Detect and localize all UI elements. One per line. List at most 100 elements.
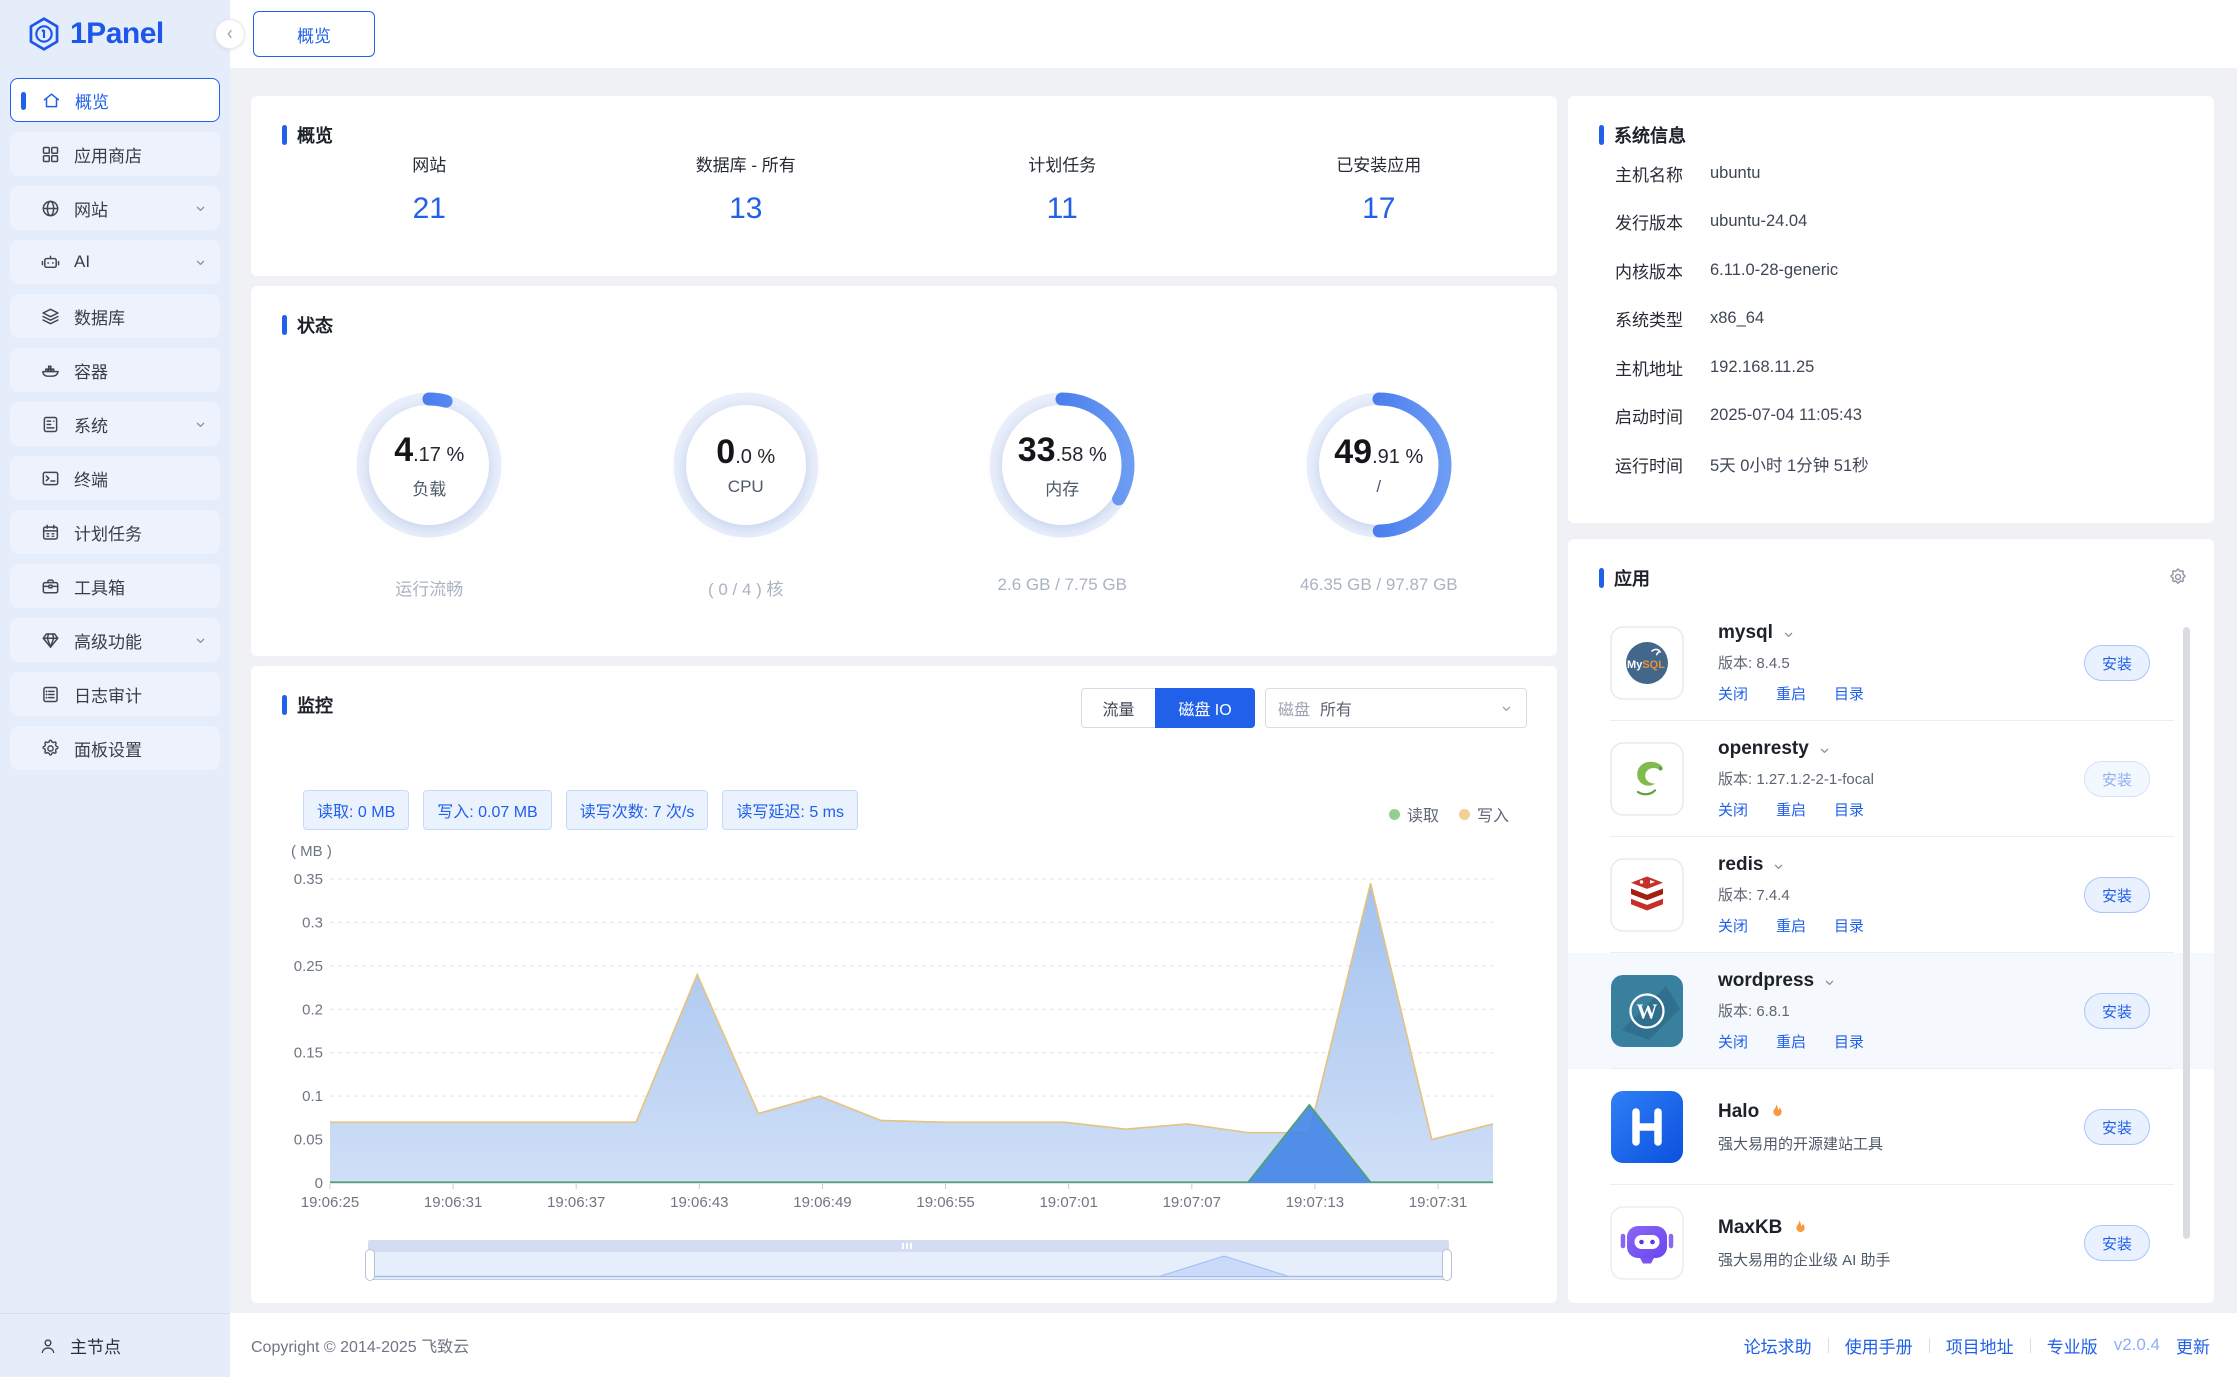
app-name[interactable]: wordpress: [1718, 970, 1814, 992]
app-action-link[interactable]: 重启: [1776, 1031, 1806, 1052]
footer-link[interactable]: 专业版: [2047, 1333, 2098, 1358]
sidebar-menu: 概览应用商店网站 AI 数据库容器系统终端计划任务工具箱高级功能日志审计面板设置: [0, 68, 230, 770]
datazoom-handle-left[interactable]: [365, 1249, 375, 1281]
app-action-link[interactable]: 关闭: [1718, 1031, 1748, 1052]
app-name[interactable]: openresty: [1718, 738, 1809, 760]
apps-settings-gear-icon[interactable]: [2168, 567, 2188, 587]
sidebar-item-toolbox[interactable]: 工具箱: [10, 564, 220, 608]
app-action-link[interactable]: 关闭: [1718, 683, 1748, 704]
monitor-tag: 写入: 0.07 MB: [423, 790, 551, 830]
install-button[interactable]: 安装: [2084, 761, 2150, 797]
chart-datazoom-slider[interactable]: [368, 1240, 1449, 1280]
monitor-tag: 读写次数: 7 次/s: [566, 790, 709, 830]
chevron-down-icon: [1817, 742, 1832, 757]
app-action-link[interactable]: 重启: [1776, 915, 1806, 936]
system-info-value: ubuntu-24.04: [1710, 212, 1807, 231]
sidebar: 1Panel 概览应用商店网站AI数据库容器系统终端计划任务工具箱高级功能日志审…: [0, 0, 230, 1377]
app-action-link[interactable]: 重启: [1776, 683, 1806, 704]
app-action-link[interactable]: 关闭: [1718, 915, 1748, 936]
sidebar-collapse-button[interactable]: [215, 19, 245, 49]
legend-item[interactable]: 写入: [1459, 802, 1509, 826]
app-icon-redis: [1610, 858, 1684, 932]
sidebar-item-globe[interactable]: 网站: [10, 186, 220, 230]
install-button[interactable]: 安装: [2084, 645, 2150, 681]
sidebar-item-terminal[interactable]: 终端: [10, 456, 220, 500]
overview-card: 概览 网站21数据库 - 所有13计划任务11已安装应用17: [251, 96, 1557, 276]
app-icon-maxkb: [1610, 1206, 1684, 1280]
app-action-link[interactable]: 目录: [1834, 683, 1864, 704]
system-info-label: 内核版本: [1615, 258, 1710, 283]
gauge-text: 33.58 %内存: [980, 383, 1144, 547]
app-name[interactable]: Halo: [1718, 1101, 1759, 1123]
footer-link[interactable]: 使用手册: [1845, 1333, 1913, 1358]
gauge-text: 0.0 %CPU: [664, 383, 828, 547]
system-info-label: 系统类型: [1615, 306, 1710, 331]
footer-update-link[interactable]: 更新: [2176, 1333, 2210, 1358]
stat-value[interactable]: 13: [588, 192, 905, 226]
status-title: 状态: [297, 312, 333, 338]
app-icon-halo: [1610, 1090, 1684, 1164]
toggle-traffic[interactable]: 流量: [1081, 688, 1155, 728]
sidebar-item-robot[interactable]: AI: [10, 240, 220, 284]
app-row-halo: Halo强大易用的开源建站工具安装: [1568, 1069, 2214, 1185]
svg-text:0.25: 0.25: [294, 958, 323, 975]
install-button[interactable]: 安装: [2084, 877, 2150, 913]
system-info-row: 系统类型x86_64: [1615, 295, 2184, 344]
system-info-title: 系统信息: [1614, 122, 1686, 148]
stat-value[interactable]: 17: [1221, 192, 1538, 226]
datazoom-scrollbar[interactable]: [368, 1240, 1449, 1252]
home-icon: [41, 90, 62, 111]
app-action-link[interactable]: 关闭: [1718, 799, 1748, 820]
app-name-row: wordpress: [1718, 970, 1864, 992]
stat-value[interactable]: 21: [271, 192, 588, 226]
footer-divider: [1929, 1338, 1930, 1353]
footer-link[interactable]: 论坛求助: [1744, 1333, 1812, 1358]
app-action-link[interactable]: 目录: [1834, 915, 1864, 936]
app-name[interactable]: redis: [1718, 854, 1763, 876]
app-action-link[interactable]: 目录: [1834, 1031, 1864, 1052]
sidebar-item-label: 日志审计: [74, 682, 142, 707]
monitor-tag: 读写延迟: 5 ms: [722, 790, 858, 830]
section-bar: [282, 695, 287, 715]
overview-title: 概览: [297, 122, 333, 148]
toggle-disk-io[interactable]: 磁盘 IO: [1155, 688, 1255, 728]
sidebar-item-log[interactable]: 日志审计: [10, 672, 220, 716]
install-button[interactable]: 安装: [2084, 993, 2150, 1029]
app-action-link[interactable]: 目录: [1834, 799, 1864, 820]
stat-label: 数据库 - 所有: [588, 151, 905, 176]
datazoom-handle-right[interactable]: [1442, 1249, 1452, 1281]
app-version: 版本: 8.4.5: [1718, 652, 1864, 673]
sidebar-item-diamond[interactable]: 高级功能: [10, 618, 220, 662]
disk-select[interactable]: 磁盘 所有: [1265, 688, 1527, 728]
app-info: redis版本: 7.4.4关闭重启目录: [1718, 854, 1864, 936]
system-info-row: 发行版本ubuntu-24.04: [1615, 198, 2184, 247]
system-info-row: 主机名称ubuntu: [1615, 149, 2184, 198]
sidebar-item-gear[interactable]: 面板设置: [10, 726, 220, 770]
tab-overview[interactable]: 概览: [253, 11, 375, 57]
chevron-down-icon: [1499, 701, 1514, 716]
sidebar-item-layers[interactable]: 数据库: [10, 294, 220, 338]
gauge-caption: 运行流畅: [395, 575, 463, 600]
app-name[interactable]: MaxKB: [1718, 1217, 1782, 1239]
sidebar-item-home[interactable]: 概览: [10, 78, 220, 122]
app-info: wordpress版本: 6.8.1关闭重启目录: [1718, 970, 1864, 1052]
sidebar-item-calendar[interactable]: 计划任务: [10, 510, 220, 554]
sidebar-node[interactable]: 主节点: [0, 1313, 230, 1377]
system-info-label: 启动时间: [1615, 403, 1710, 428]
stat-value[interactable]: 11: [904, 192, 1221, 226]
sidebar-item-label: 概览: [75, 88, 109, 113]
app-row-redis: redis版本: 7.4.4关闭重启目录安装: [1568, 837, 2214, 953]
footer-link[interactable]: 项目地址: [1946, 1333, 2014, 1358]
sidebar-item-server[interactable]: 系统: [10, 402, 220, 446]
legend-item[interactable]: 读取: [1389, 802, 1439, 826]
sidebar-item-store[interactable]: 应用商店: [10, 132, 220, 176]
install-button[interactable]: 安装: [2084, 1109, 2150, 1145]
apps-scrollbar[interactable]: [2183, 627, 2190, 1239]
gauge-label: 内存: [1045, 475, 1079, 500]
app-name[interactable]: mysql: [1718, 622, 1773, 644]
install-button[interactable]: 安装: [2084, 1225, 2150, 1261]
app-action-link[interactable]: 重启: [1776, 799, 1806, 820]
system-info-row: 运行时间5天 0小时 1分钟 51秒: [1615, 440, 2184, 489]
sidebar-item-container[interactable]: 容器: [10, 348, 220, 392]
sidebar-item-label: 计划任务: [74, 520, 142, 545]
